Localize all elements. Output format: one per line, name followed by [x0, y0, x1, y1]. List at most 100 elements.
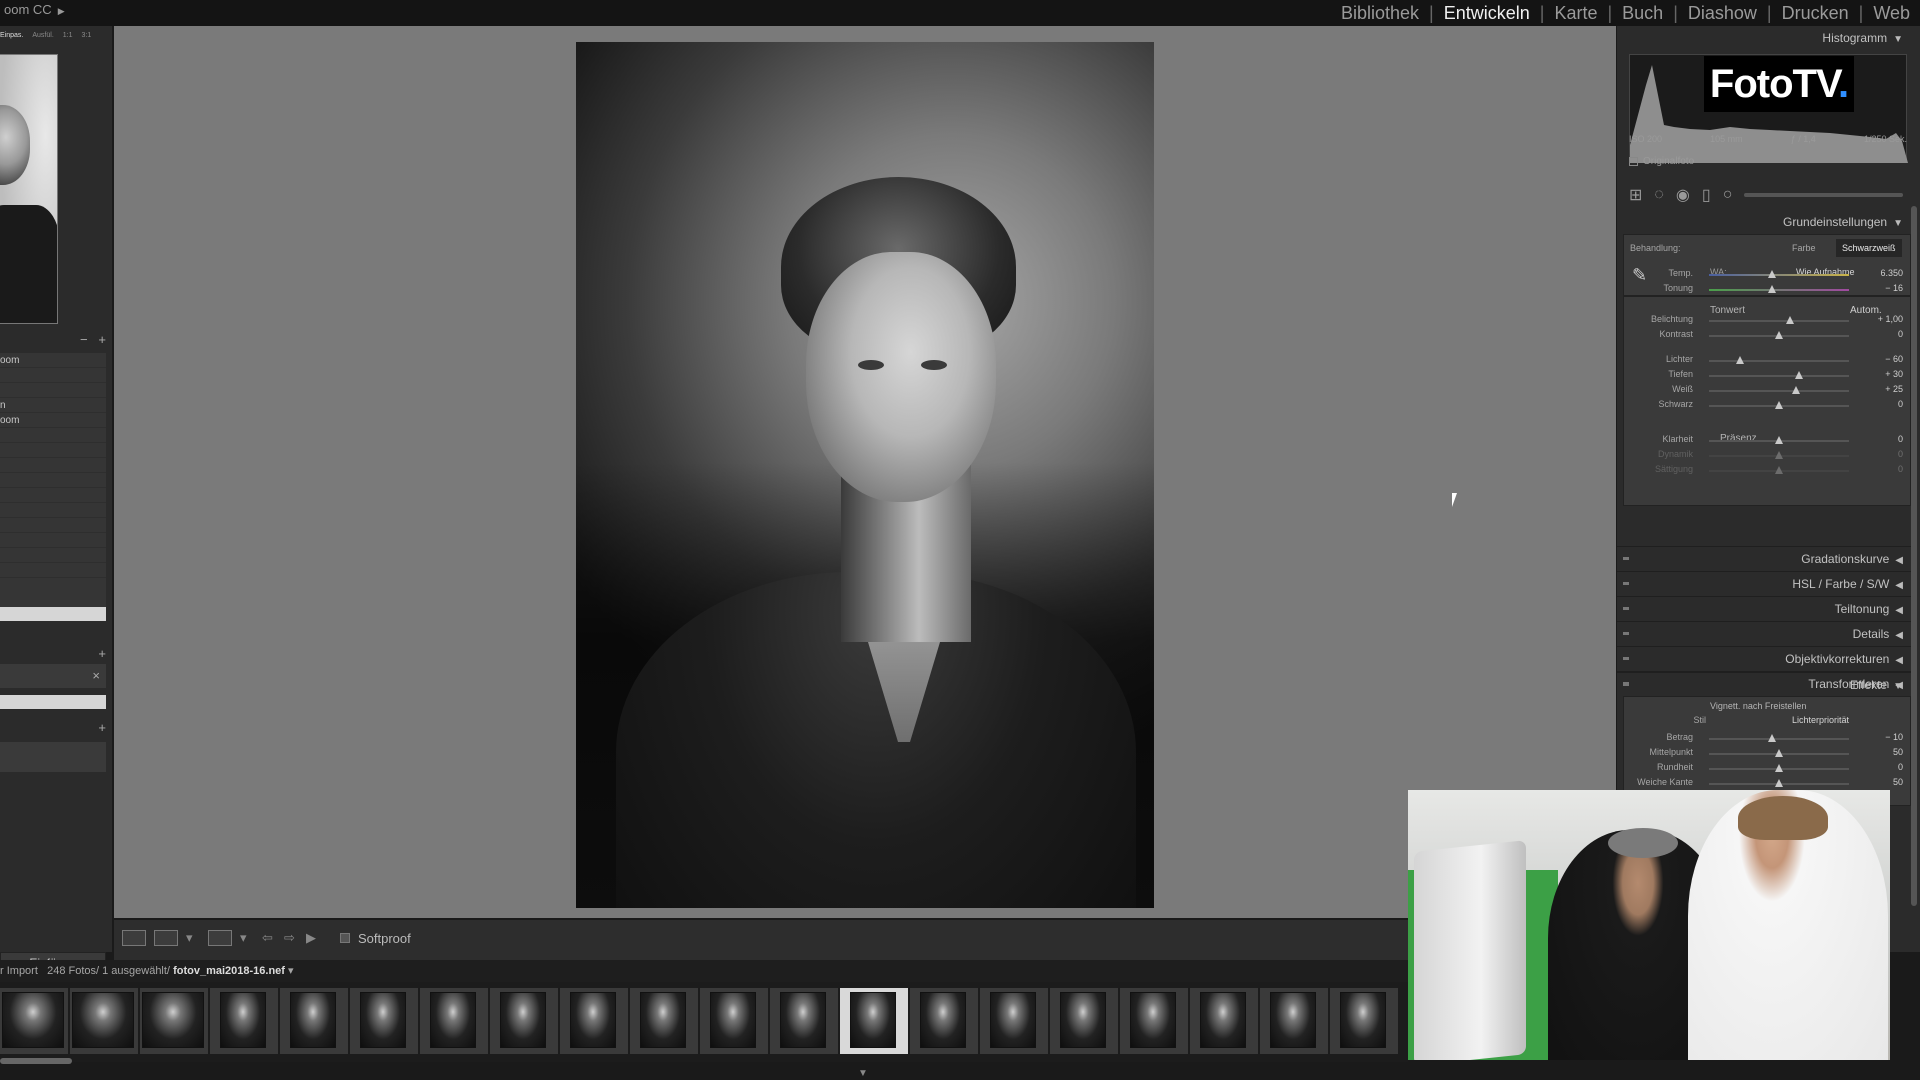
- preset-item[interactable]: [0, 563, 106, 578]
- spot-removal-icon[interactable]: ◌: [1654, 186, 1664, 204]
- filmstrip-thumbnail[interactable]: [70, 988, 138, 1054]
- panel-divider-bar[interactable]: [0, 607, 106, 621]
- zoom-fit-tab[interactable]: Einpas.: [0, 32, 23, 46]
- slider-value[interactable]: 0: [1863, 762, 1903, 772]
- filmstrip-thumbnail[interactable]: [1330, 988, 1398, 1054]
- filmstrip-thumbnail[interactable]: [630, 988, 698, 1054]
- panel-toggle-icon[interactable]: [1623, 607, 1629, 610]
- slider-thumb[interactable]: [1791, 386, 1800, 394]
- module-web[interactable]: Web: [1863, 3, 1920, 24]
- panel-header-objektivkorrekturen[interactable]: Objektivkorrekturen ◀: [1617, 646, 1911, 670]
- histogram-header[interactable]: Histogramm ▼: [1617, 26, 1911, 50]
- slider-thumb[interactable]: [1735, 356, 1744, 364]
- slider-thumb[interactable]: [1768, 285, 1776, 293]
- filmstrip-thumbnail[interactable]: [420, 988, 488, 1054]
- panel-toggle-icon[interactable]: [1623, 632, 1629, 635]
- preset-item[interactable]: [0, 533, 106, 548]
- module-drucken[interactable]: Drucken: [1772, 3, 1859, 24]
- preset-item[interactable]: [0, 368, 106, 383]
- main-photo[interactable]: [576, 42, 1154, 908]
- panel-scrollbar[interactable]: [1911, 206, 1917, 906]
- preset-item[interactable]: [0, 503, 106, 518]
- slider-thumb[interactable]: [1775, 451, 1783, 459]
- slider-value[interactable]: 0: [1863, 399, 1903, 409]
- panel-header-hsl-farbe-s-w[interactable]: HSL / Farbe / S/W ◀: [1617, 571, 1911, 595]
- slider-track[interactable]: [1709, 360, 1849, 362]
- filmstrip-thumbnail[interactable]: [910, 988, 978, 1054]
- swap-left-icon[interactable]: ⇦: [262, 930, 276, 946]
- filmstrip-thumbnail[interactable]: [560, 988, 628, 1054]
- preset-item[interactable]: oom: [0, 413, 106, 428]
- softproof-checkbox[interactable]: [340, 933, 350, 943]
- filmstrip-thumbnail[interactable]: [1120, 988, 1188, 1054]
- preset-item[interactable]: [0, 473, 106, 488]
- panel-toggle-icon[interactable]: [1623, 683, 1629, 686]
- slider-thumb[interactable]: [1775, 764, 1783, 772]
- slider-thumb[interactable]: [1775, 466, 1783, 474]
- slider-value[interactable]: − 10: [1863, 732, 1903, 742]
- preset-item[interactable]: [0, 518, 106, 533]
- preset-item[interactable]: [0, 548, 106, 563]
- panel-toggle-icon[interactable]: [1623, 657, 1629, 660]
- slider-value[interactable]: 0: [1863, 464, 1903, 474]
- triangle-down-icon[interactable]: ▼: [858, 1068, 868, 1079]
- panel-header-details[interactable]: Details ◀: [1617, 621, 1911, 645]
- filmstrip-thumbnail[interactable]: [210, 988, 278, 1054]
- slider-track[interactable]: [1709, 738, 1849, 740]
- filmstrip-thumbnail[interactable]: [1050, 988, 1118, 1054]
- presets-minus-button[interactable]: −: [80, 332, 88, 347]
- filmstrip-thumbnail[interactable]: [280, 988, 348, 1054]
- slider-value[interactable]: + 30: [1863, 369, 1903, 379]
- slider-thumb[interactable]: [1794, 371, 1803, 379]
- preset-item[interactable]: [0, 428, 106, 443]
- source-label[interactable]: r Import: [0, 965, 38, 977]
- filename[interactable]: fotov_mai2018-16.nef: [173, 965, 285, 977]
- before-after-icon[interactable]: [154, 930, 178, 946]
- history-close-button[interactable]: ×: [92, 668, 100, 683]
- swap-right-icon[interactable]: ⇨: [284, 930, 298, 946]
- slider-value[interactable]: + 1,00: [1863, 314, 1903, 324]
- image-canvas[interactable]: [114, 26, 1616, 918]
- triangle-right-icon[interactable]: ▶: [58, 6, 65, 16]
- panel-toggle-icon[interactable]: [1623, 557, 1629, 560]
- brush-slider[interactable]: [1744, 193, 1903, 197]
- slider-thumb[interactable]: [1768, 270, 1776, 278]
- collections-plus-button[interactable]: +: [98, 720, 106, 735]
- loupe-view-icon[interactable]: [122, 930, 146, 946]
- filmstrip-scrollbar[interactable]: [0, 1058, 72, 1064]
- preset-item[interactable]: n: [0, 398, 106, 413]
- presets-plus-button[interactable]: +: [98, 332, 106, 347]
- zoom-fill-tab[interactable]: Ausfül.: [32, 32, 53, 46]
- preset-item[interactable]: oom: [0, 353, 106, 368]
- slider-thumb[interactable]: [1775, 749, 1783, 757]
- panel-header-teiltonung[interactable]: Teiltonung ◀: [1617, 596, 1911, 620]
- panel-header-gradationskurve[interactable]: Gradationskurve ◀: [1617, 546, 1911, 570]
- filmstrip-thumbnail[interactable]: [700, 988, 768, 1054]
- slider-value[interactable]: 6.350: [1863, 268, 1903, 278]
- slider-track[interactable]: [1709, 390, 1849, 392]
- navigator-preview[interactable]: [0, 54, 58, 324]
- module-karte[interactable]: Karte: [1544, 3, 1607, 24]
- history-bar[interactable]: [0, 695, 106, 709]
- slider-value[interactable]: − 16: [1863, 283, 1903, 293]
- module-bibliothek[interactable]: Bibliothek: [1331, 3, 1429, 24]
- filmstrip-thumbnail[interactable]: [0, 988, 68, 1054]
- basic-header[interactable]: Grundeinstellungen ▼: [1617, 210, 1911, 234]
- module-diashow[interactable]: Diashow: [1678, 3, 1767, 24]
- graduated-filter-icon[interactable]: ▯: [1702, 185, 1711, 205]
- slider-value[interactable]: 50: [1863, 747, 1903, 757]
- crop-icon[interactable]: ⊞: [1629, 185, 1642, 205]
- style-value[interactable]: Lichterpriorität: [1792, 715, 1849, 725]
- slider-thumb[interactable]: [1775, 331, 1783, 339]
- collections-search[interactable]: [0, 742, 106, 772]
- filmstrip-thumbnail[interactable]: [490, 988, 558, 1054]
- yy-compare-icon[interactable]: [208, 930, 232, 946]
- radial-filter-icon[interactable]: ○: [1723, 186, 1733, 204]
- slider-value[interactable]: − 60: [1863, 354, 1903, 364]
- original-photo-toggle[interactable]: Originalfoto: [1629, 156, 1694, 167]
- slider-thumb[interactable]: [1775, 436, 1783, 444]
- slider-thumb[interactable]: [1775, 401, 1783, 409]
- filmstrip-thumbnail[interactable]: [1190, 988, 1258, 1054]
- effects-header[interactable]: Effekte ▼: [1617, 672, 1911, 696]
- slider-value[interactable]: 0: [1863, 434, 1903, 444]
